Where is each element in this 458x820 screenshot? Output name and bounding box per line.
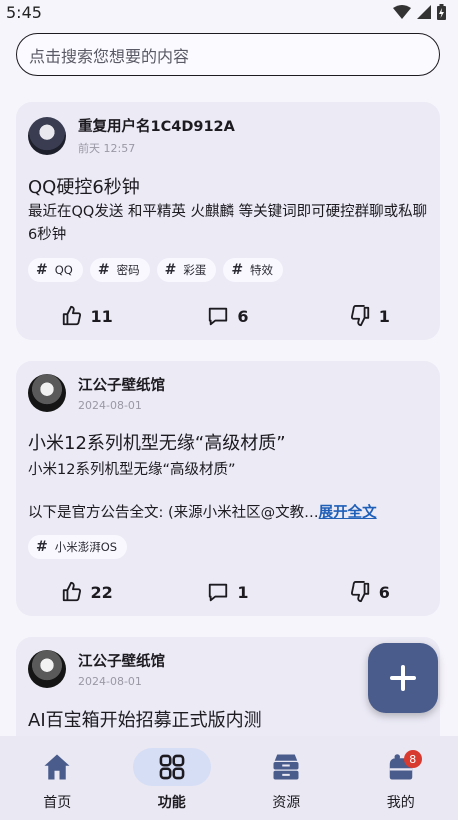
comment-count: 6 [237,306,249,326]
plus-icon [390,665,416,691]
thumbs-down-icon [350,305,369,327]
avatar[interactable] [28,116,66,155]
post-time: 2024-08-01 [78,675,142,688]
author-name: 江公子壁纸馆 [78,654,165,670]
tag-label: 彩蛋 [183,263,207,277]
signal-icon [417,5,431,19]
comment-button[interactable]: 1 [157,581,298,603]
post-author[interactable]: 江公子壁纸馆 2024-08-01 [28,374,165,412]
post-actions: 11 6 1 [16,305,440,327]
nav-label: 首页 [43,795,72,811]
post-body-text: 以下是官方公告全文: (来源小米社区@文教… [28,505,319,521]
hash-icon: # [164,262,177,278]
tag[interactable]: # 小米澎湃OS [28,535,128,559]
post-author[interactable]: 重复用户名1C4D912A 前天 12:57 [28,115,235,156]
tag[interactable]: # 特效 [223,258,284,282]
status-icons [393,4,446,20]
battery-icon [437,4,446,20]
tag-label: QQ [54,263,73,277]
post-author[interactable]: 江公子壁纸馆 2024-08-01 [28,650,165,688]
grid-icon [159,754,185,780]
archive-icon [273,754,299,780]
author-name: 重复用户名1C4D912A [78,119,235,135]
nav-label: 我的 [386,795,415,811]
like-count: 11 [90,306,113,326]
hash-icon: # [231,262,244,278]
notification-badge: 8 [403,750,422,768]
post-card[interactable]: 重复用户名1C4D912A 前天 12:57 QQ硬控6秒钟 最近在QQ发送 和… [16,102,440,340]
add-post-button[interactable] [368,643,438,713]
bottom-nav: 首页 功能 资源 8 我的 [0,736,458,820]
post-title: 小米12系列机型无缘“高级材质” [28,433,286,454]
post-actions: 22 1 6 [16,581,440,603]
tag[interactable]: # QQ [28,258,83,282]
nav-icon-container [247,748,325,786]
hash-icon: # [36,539,48,555]
post-time: 前天 12:57 [78,142,136,155]
nav-item-resources[interactable]: 资源 [229,736,344,820]
post-title: AI百宝箱开始招募正式版内测 [28,710,262,731]
dislike-button[interactable]: 1 [299,305,440,327]
post-card[interactable]: 江公子壁纸馆 2024-08-01 小米12系列机型无缘“高级材质” 小米12系… [16,361,440,616]
thumbs-up-icon [62,581,81,602]
nav-icon-container: 8 [362,748,440,786]
post-time: 2024-08-01 [78,399,142,412]
tag-label: 特效 [250,263,274,277]
nav-item-profile[interactable]: 8 我的 [344,736,458,820]
like-button[interactable]: 22 [16,581,157,603]
tag-list: # QQ # 密码 # 彩蛋 # 特效 [28,258,284,282]
tag-label: 密码 [116,263,140,277]
comment-icon [209,307,228,326]
thumbs-up-icon [62,305,81,326]
nav-icon-container [18,748,96,786]
tag-label: 小米澎湃OS [54,540,118,554]
expand-link[interactable]: 展开全文 [319,505,377,521]
nav-item-features[interactable]: 功能 [115,736,230,820]
tag[interactable]: # 彩蛋 [156,258,217,282]
post-title: QQ硬控6秒钟 [28,177,140,198]
home-icon [44,754,70,780]
author-name: 江公子壁纸馆 [78,378,165,394]
dislike-count: 6 [378,582,390,602]
avatar[interactable] [28,650,66,688]
nav-label: 资源 [272,795,301,811]
nav-label: 功能 [157,795,186,811]
post-body: 以下是官方公告全文: (来源小米社区@文教…展开全文 [28,502,432,525]
comment-button[interactable]: 6 [157,305,298,327]
like-button[interactable]: 11 [16,305,157,327]
hash-icon: # [36,262,48,278]
tag-list: # 小米澎湃OS [28,535,128,559]
search-input[interactable]: 点击搜索您想要的内容 [16,33,440,76]
nav-icon-container [132,748,211,786]
avatar[interactable] [28,374,66,412]
status-time: 5:45 [6,2,42,22]
hash-icon: # [97,262,110,278]
comment-count: 1 [237,582,249,602]
tag[interactable]: # 密码 [89,258,150,282]
post-body: 最近在QQ发送 和平精英 火麒麟 等关键词即可硬控群聊或私聊6秒钟 [28,204,428,243]
wifi-icon [393,5,411,19]
nav-item-home[interactable]: 首页 [0,736,115,820]
like-count: 22 [90,582,113,602]
comment-icon [209,583,228,602]
dislike-count: 1 [378,306,390,326]
thumbs-down-icon [350,581,369,603]
post-subtitle: 小米12系列机型无缘“高级材质” [28,462,236,478]
status-bar: 5:45 [0,0,458,24]
dislike-button[interactable]: 6 [299,581,440,603]
